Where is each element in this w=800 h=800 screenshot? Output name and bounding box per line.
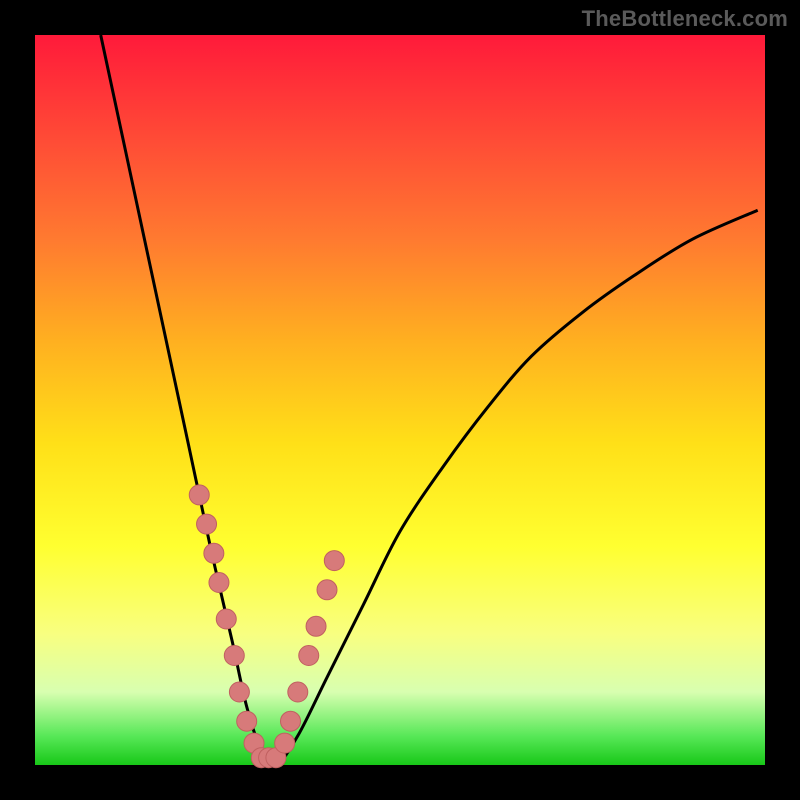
attribution-text: TheBottleneck.com	[582, 6, 788, 32]
marker-point	[189, 485, 209, 505]
marker-point	[224, 646, 244, 666]
curve-path	[101, 35, 758, 765]
marker-point	[299, 646, 319, 666]
chart-stage: TheBottleneck.com	[0, 0, 800, 800]
marker-point	[317, 580, 337, 600]
marker-point	[275, 733, 295, 753]
marker-point	[216, 609, 236, 629]
marker-point	[237, 711, 257, 731]
marker-point	[229, 682, 249, 702]
marker-point	[209, 573, 229, 593]
bottleneck-curve	[35, 35, 765, 765]
marker-point	[281, 711, 301, 731]
marker-point	[197, 514, 217, 534]
marker-point	[324, 551, 344, 571]
plot-area	[35, 35, 765, 765]
marker-point	[306, 616, 326, 636]
marker-point	[288, 682, 308, 702]
marker-point	[204, 543, 224, 563]
